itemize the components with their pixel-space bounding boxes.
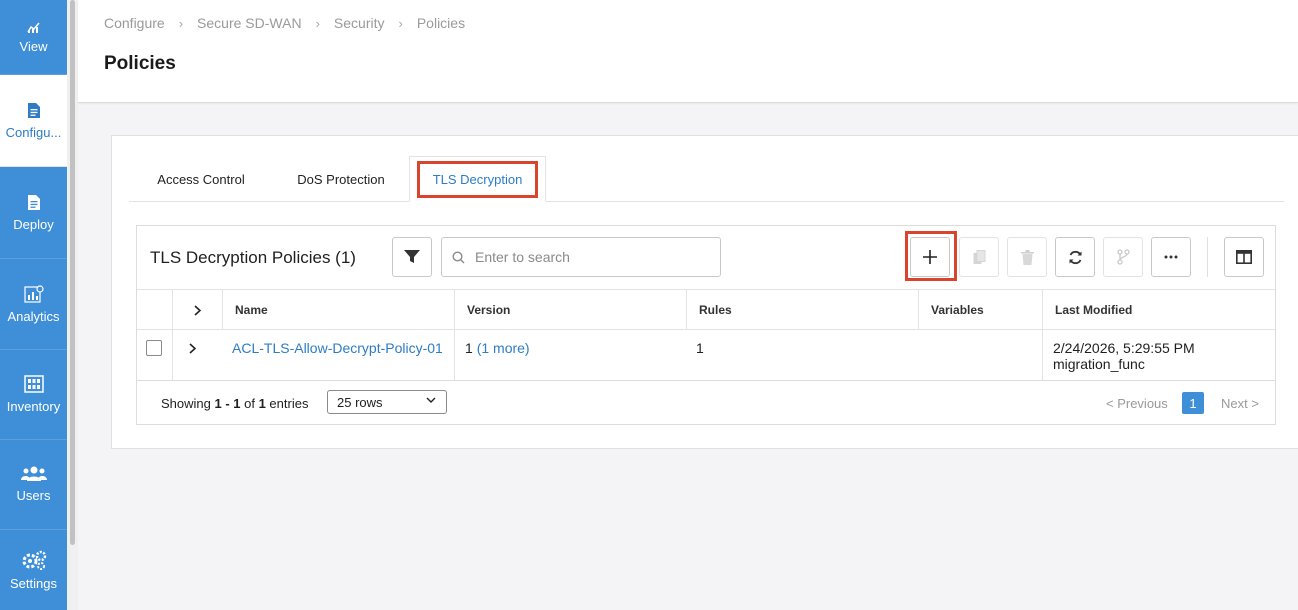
cell-variables <box>918 330 1042 380</box>
search-box <box>441 237 721 277</box>
page-title: Policies <box>104 53 176 74</box>
column-header-rules[interactable]: Rules <box>686 290 918 330</box>
expand-all-button[interactable] <box>172 290 222 330</box>
cell-name: ACL-TLS-Allow-Decrypt-Policy-01 <box>222 330 454 380</box>
table-footer: Showing 1 - 1 of 1 entries 25 rows < Pre… <box>137 381 1275 424</box>
trash-icon <box>1020 249 1034 265</box>
summary-of: of <box>240 396 259 411</box>
search-icon <box>452 250 465 263</box>
refresh-button[interactable] <box>1055 237 1095 277</box>
filter-icon <box>404 250 420 263</box>
cell-version: 1 (1 more) <box>454 330 686 380</box>
policy-tabs: Access Control DoS Protection TLS Decryp… <box>129 156 1284 202</box>
nav-item-label: Users <box>16 488 51 503</box>
nav-item-label: Analytics <box>7 308 60 324</box>
rows-select-value: 25 rows <box>337 395 383 410</box>
clone-button[interactable] <box>959 237 999 277</box>
users-icon <box>20 466 47 481</box>
sidebar-scrollbar[interactable] <box>70 0 75 545</box>
tab-tls-decryption[interactable]: TLS Decryption <box>409 156 546 202</box>
column-header-name[interactable]: Name <box>222 290 454 330</box>
chevron-right-icon: › <box>315 15 320 31</box>
columns-button[interactable] <box>1224 237 1264 277</box>
breadcrumb-configure[interactable]: Configure <box>104 15 165 31</box>
column-header-version[interactable]: Version <box>454 290 686 330</box>
row-checkbox[interactable] <box>146 340 162 356</box>
breadcrumb-secure-sd-wan[interactable]: Secure SD-WAN <box>197 15 302 31</box>
policy-name-link[interactable]: ACL-TLS-Allow-Decrypt-Policy-01 <box>232 340 443 356</box>
tab-label: DoS Protection <box>297 171 385 187</box>
cell-last-modified: 2/24/2026, 5:29:55 PM migration_func <box>1042 330 1275 380</box>
previous-page-button[interactable]: < Previous <box>1106 396 1168 411</box>
row-expand-button[interactable] <box>172 330 222 380</box>
column-header-variables[interactable]: Variables <box>918 290 1042 330</box>
sidebar: View Configu... Deploy Analytics Invento… <box>0 0 67 610</box>
summary-range: 1 - 1 <box>214 396 241 411</box>
nav-item-label: Settings <box>10 575 57 591</box>
version-value: 1 <box>465 340 473 356</box>
search-input[interactable] <box>473 248 703 266</box>
table-row: ACL-TLS-Allow-Decrypt-Policy-01 1 (1 mor… <box>137 330 1275 381</box>
copy-icon <box>973 249 985 264</box>
nav-item-deploy[interactable]: Deploy <box>0 167 67 259</box>
summary-prefix: Showing <box>161 396 215 411</box>
last-modified-date: 2/24/2026, 5:29:55 PM <box>1053 340 1195 356</box>
chevron-right-icon: › <box>398 15 403 31</box>
add-policy-button[interactable] <box>910 237 950 277</box>
nav-item-view[interactable]: View <box>0 0 67 75</box>
file-icon <box>27 194 40 210</box>
chevron-right-icon <box>189 343 197 354</box>
nav-item-inventory[interactable]: Inventory <box>0 350 67 440</box>
cell-rules: 1 <box>686 330 918 380</box>
breadcrumb: Configure › Secure SD-WAN › Security › P… <box>104 15 465 31</box>
summary-suffix: entries <box>265 396 309 411</box>
analytics-icon <box>23 284 44 303</box>
chart-icon <box>26 22 40 33</box>
column-header-last-modified[interactable]: Last Modified <box>1042 290 1275 330</box>
plus-icon <box>923 250 937 264</box>
document-icon <box>27 102 40 118</box>
filter-button[interactable] <box>392 237 432 277</box>
gear-icon <box>22 550 46 570</box>
breadcrumb-policies: Policies <box>416 15 466 31</box>
nav-item-users[interactable]: Users <box>0 440 67 530</box>
columns-icon <box>1236 250 1252 264</box>
nav-item-label: Configu... <box>5 124 62 140</box>
rows-per-page-select[interactable]: 25 rows <box>327 390 447 414</box>
tab-label: Access Control <box>157 171 245 187</box>
table-header: Name Version Rules Variables Last Modifi… <box>137 289 1275 330</box>
nav-item-label: Deploy <box>13 216 54 232</box>
branch-icon <box>1116 249 1130 265</box>
version-more-link[interactable]: (1 more) <box>477 340 530 356</box>
nav-item-label: View <box>19 38 48 54</box>
policies-card: Access Control DoS Protection TLS Decryp… <box>111 135 1298 449</box>
delete-button[interactable] <box>1007 237 1047 277</box>
chevron-right-icon: › <box>178 15 184 31</box>
nav-item-settings[interactable]: Settings <box>0 530 67 610</box>
tab-label: TLS Decryption <box>416 160 539 198</box>
nav-item-label: Inventory <box>6 399 61 414</box>
tab-access-control[interactable]: Access Control <box>129 156 273 202</box>
toolbar-divider <box>1207 237 1208 277</box>
page-header: Configure › Secure SD-WAN › Security › P… <box>78 0 1298 103</box>
entries-summary: Showing 1 - 1 of 1 entries <box>161 396 308 411</box>
ellipsis-icon <box>1164 255 1178 259</box>
last-modified-user: migration_func <box>1053 356 1145 372</box>
panel-title: TLS Decryption Policies (1) <box>150 248 356 267</box>
summary-total: 1 <box>258 396 266 411</box>
tab-dos-protection[interactable]: DoS Protection <box>273 156 409 202</box>
breadcrumb-security[interactable]: Security <box>334 15 385 31</box>
nav-item-analytics[interactable]: Analytics <box>0 259 67 350</box>
inventory-icon <box>23 375 44 393</box>
policy-table-panel: TLS Decryption Policies (1) Enter to sea… <box>136 225 1276 425</box>
next-page-button[interactable]: Next > <box>1221 396 1259 411</box>
page-number-button[interactable]: 1 <box>1182 392 1204 414</box>
chevron-down-icon <box>426 397 436 403</box>
chevron-right-icon <box>194 304 201 316</box>
nav-item-configure[interactable]: Configu... <box>0 75 67 167</box>
more-actions-button[interactable] <box>1151 237 1191 277</box>
refresh-icon <box>1069 250 1081 264</box>
branch-button[interactable] <box>1103 237 1143 277</box>
rules-value: 1 <box>696 340 704 356</box>
